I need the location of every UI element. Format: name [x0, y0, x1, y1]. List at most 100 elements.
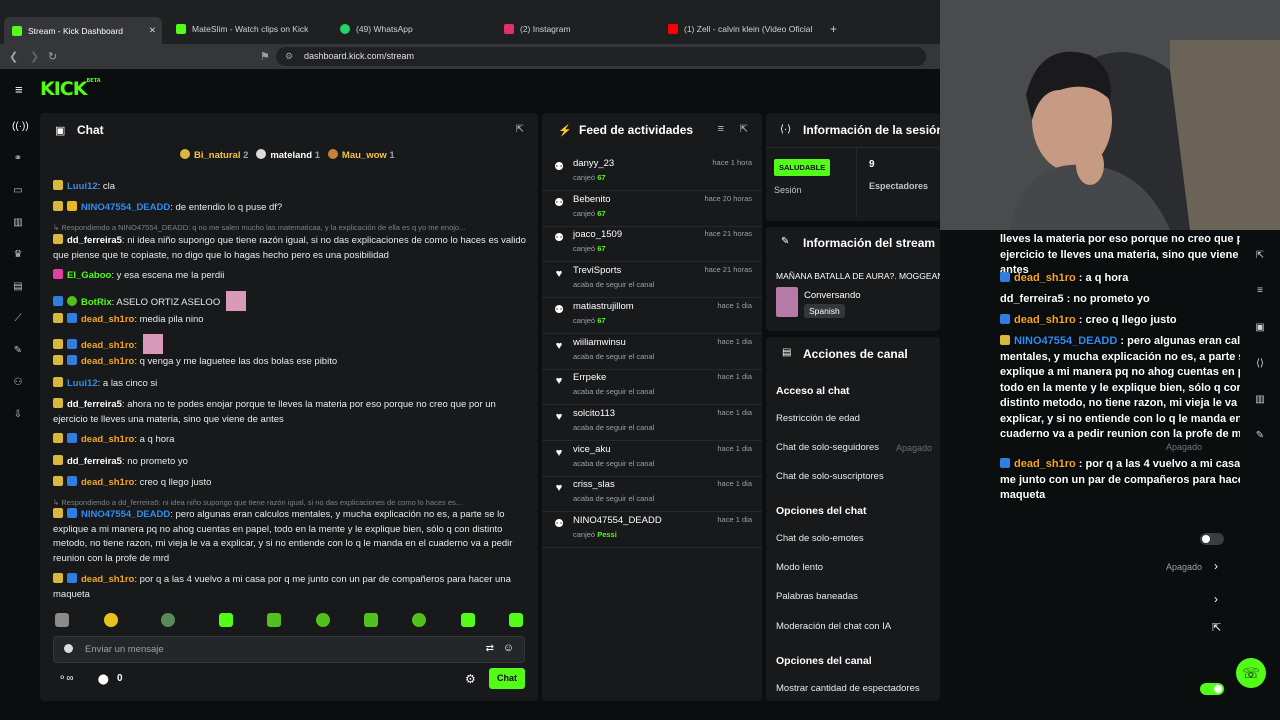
chat-message[interactable]: BotRix: ASELO ORTIZ ASELOO: [53, 291, 528, 311]
emote-icon[interactable]: [364, 613, 378, 627]
wrench-icon[interactable]: ✎: [1254, 430, 1266, 442]
browser-tab[interactable]: (1) Zell - calvin klein (Video Oficial) …: [660, 18, 812, 40]
emote-icon[interactable]: [316, 613, 330, 627]
chat-username[interactable]: El_Gaboo: [67, 270, 111, 281]
chat-username[interactable]: NINO47554_DEADD: [81, 509, 170, 520]
stream-icon[interactable]: ⟨⟩: [1254, 358, 1266, 370]
feed-item[interactable]: ⚉ matiastrujillom canjeó 67 hace 1 dia: [542, 298, 762, 334]
feed-username[interactable]: Errpeke: [573, 372, 606, 383]
chat-message[interactable]: dead_sh1ro:: [53, 334, 528, 354]
chat-message[interactable]: NINO47554_DEADD: de entendio lo q puse d…: [53, 201, 528, 216]
reload-icon[interactable]: ↻: [48, 50, 57, 63]
feed-username[interactable]: vice_aku: [573, 444, 611, 455]
chat-message[interactable]: NINO47554_DEADD: pero algunas eran calcu…: [53, 508, 528, 566]
chat-username[interactable]: dead_sh1ro: [81, 314, 134, 325]
chat-message[interactable]: El_Gaboo: y esa escena me la perdii: [53, 269, 528, 284]
chat-message[interactable]: dd_ferreira5: no prometo yo: [53, 455, 528, 470]
chat-username[interactable]: dead_sh1ro: [81, 434, 134, 445]
chat-username[interactable]: Luui12: [67, 378, 98, 389]
feed-username[interactable]: solcito113: [573, 408, 615, 419]
feed-item[interactable]: ♥ vice_aku acaba de seguir el canal hace 1 …: [542, 441, 762, 477]
chat-username[interactable]: Luui12: [67, 181, 98, 192]
gifter-name[interactable]: Bi_natural: [194, 150, 240, 161]
chat-message[interactable]: dd_ferreira5: ahora no te podes enojar p…: [53, 398, 528, 427]
filter-icon[interactable]: ≡: [718, 123, 724, 135]
chat-username[interactable]: dd_ferreira5: [67, 456, 122, 467]
feed-username[interactable]: NINO47554_DEADD: [573, 515, 662, 526]
chat-username[interactable]: dead_sh1ro: [81, 574, 134, 585]
link-icon[interactable]: ⚭: [12, 153, 24, 165]
close-tab-icon[interactable]: ✕: [149, 25, 156, 36]
chat-username[interactable]: dead_sh1ro: [81, 477, 134, 488]
chat-message[interactable]: dead_sh1ro: creo q llego justo: [53, 476, 528, 491]
browser-tab[interactable]: MateSlim - Watch clips on Kick: [168, 18, 328, 40]
browser-tab[interactable]: (2) Instagram: [496, 18, 656, 40]
chat-message[interactable]: Luui12: cla: [53, 180, 528, 195]
chat-username[interactable]: dd_ferreira5: [67, 235, 122, 246]
emote-icon[interactable]: [267, 613, 281, 627]
site-info-icon[interactable]: ⚙: [285, 47, 293, 66]
emote-icon[interactable]: [104, 613, 118, 627]
stream-icon[interactable]: ((·)): [12, 121, 29, 133]
chat-icon[interactable]: ▣: [1254, 322, 1266, 334]
feed-username[interactable]: criss_slas: [573, 479, 615, 490]
emote-icon[interactable]: [55, 613, 69, 627]
feed-item[interactable]: ♥ wiiliamwinsu acaba de seguir el canal hac…: [542, 334, 762, 370]
feed-item[interactable]: ♥ Errpeke acaba de seguir el canal hace 1 d…: [542, 369, 762, 406]
bookmark-icon[interactable]: ⚑: [260, 50, 270, 63]
chat-message[interactable]: Luui12: a las cinco si: [53, 377, 528, 392]
chevron-right-icon[interactable]: ›: [1214, 592, 1218, 606]
feed-username[interactable]: TreviSports: [573, 265, 621, 276]
popout-icon[interactable]: ⇱: [1254, 250, 1266, 262]
chat-username[interactable]: dd_ferreira5: [67, 399, 122, 410]
banned-words-option[interactable]: Palabras baneadas: [776, 591, 858, 602]
gifter-name[interactable]: mateland: [270, 150, 312, 161]
feed-item[interactable]: ♥ criss_slas acaba de seguir el canal hace …: [542, 476, 762, 513]
feed-item[interactable]: ♥ solcito113 acaba de seguir el canal hace …: [542, 405, 762, 441]
emote-icon[interactable]: [509, 613, 523, 627]
back-icon[interactable]: ❮: [9, 50, 18, 63]
menu-icon[interactable]: ≡: [15, 82, 23, 97]
chat-username[interactable]: BotRix: [81, 297, 112, 308]
chat-message[interactable]: dead_sh1ro: por q a las 4 vuelvo a mi ca…: [53, 573, 528, 602]
emoji-icon[interactable]: ☺: [503, 642, 514, 654]
wrench-icon[interactable]: ✎: [12, 345, 24, 357]
emote-icon[interactable]: [461, 613, 475, 627]
points-icon[interactable]: ⚬∞: [58, 673, 74, 684]
emotes-only-toggle[interactable]: [1200, 533, 1224, 545]
trophy-icon[interactable]: ♛: [12, 249, 24, 261]
users-icon[interactable]: ⚇: [12, 377, 24, 389]
popout-icon[interactable]: ⇱: [740, 124, 748, 135]
url-input[interactable]: ⚙ dashboard.kick.com/stream: [276, 47, 926, 66]
forward-icon[interactable]: ❯: [30, 50, 39, 63]
window-icon[interactable]: ▭: [12, 185, 24, 197]
library-icon[interactable]: ▤: [12, 281, 24, 293]
chart-icon[interactable]: ⟋: [12, 313, 24, 325]
feed-item[interactable]: ⚉ joaco_1509 canjeó 67 hace 21 horas: [542, 226, 762, 263]
feed-username[interactable]: matiastrujillom: [573, 301, 634, 312]
feed-username[interactable]: Bebenito: [573, 194, 611, 205]
stream-info-title[interactable]: Información del stream: [803, 236, 935, 250]
settings-icon[interactable]: ⚙: [465, 672, 476, 686]
chat-message[interactable]: dead_sh1ro: q venga y me laguetee las do…: [53, 355, 528, 370]
gifter-name[interactable]: Mau_wow: [342, 150, 387, 161]
feed-username[interactable]: joaco_1509: [573, 229, 622, 240]
browser-tab[interactable]: Stream - Kick Dashboard ✕: [4, 17, 162, 44]
emote-icon[interactable]: [219, 613, 233, 627]
emote-icon[interactable]: [412, 613, 426, 627]
followers-only-option[interactable]: Chat de solo-seguidores: [776, 442, 879, 453]
message-input[interactable]: Enviar un mensaje ⇄ ☺: [53, 636, 525, 663]
feed-item[interactable]: ⚉ NINO47554_DEADD canjeó Pessi hace 1 dia: [542, 512, 762, 548]
analytics-icon[interactable]: ▥: [12, 217, 24, 229]
subscribers-only-option[interactable]: Chat de solo-suscriptores: [776, 471, 884, 482]
lock-icon[interactable]: ▥: [1254, 394, 1266, 406]
show-viewer-count-option[interactable]: Mostrar cantidad de espectadores: [776, 683, 920, 694]
chat-username[interactable]: NINO47554_DEADD: [81, 202, 170, 213]
show-viewers-toggle[interactable]: [1200, 683, 1224, 695]
feed-item[interactable]: ⚉ Bebenito canjeó 67 hace 20 horas: [542, 191, 762, 227]
chevron-right-icon[interactable]: ›: [1214, 559, 1218, 573]
browser-tab[interactable]: (49) WhatsApp: [332, 18, 492, 40]
chat-message[interactable]: dd_ferreira5: ni idea niño supongo que t…: [53, 234, 528, 263]
chat-message[interactable]: dead_sh1ro: media pila nino: [53, 313, 528, 328]
external-link-icon[interactable]: ⇱: [1212, 621, 1221, 634]
